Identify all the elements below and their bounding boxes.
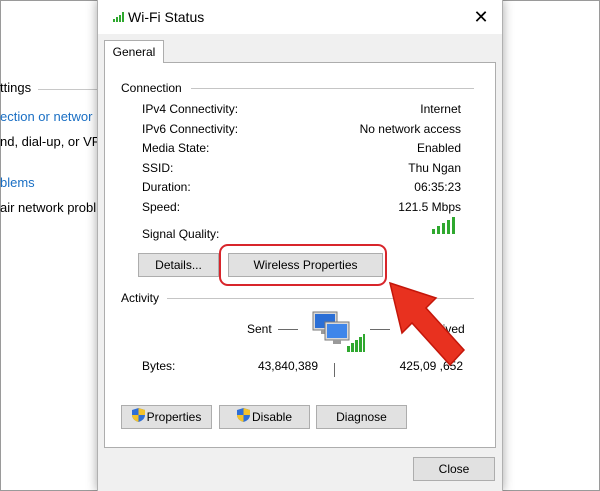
ipv4-label: IPv4 Connectivity: (142, 102, 239, 116)
close-button[interactable]: Close (413, 457, 495, 481)
bg-divider (38, 89, 97, 90)
media-state-label: Media State: (142, 141, 210, 155)
duration-value: 06:35:23 (414, 180, 461, 194)
red-arrow-icon (388, 281, 466, 367)
close-icon[interactable]: ✕ (470, 6, 492, 28)
activity-separator (334, 363, 335, 377)
bytes-sent-value: 43,840,389 (257, 359, 318, 373)
bg-settings-heading: ttings (0, 80, 32, 95)
bg-text-repair: air network probl (0, 200, 97, 215)
ipv6-label: IPv6 Connectivity: (142, 122, 239, 136)
bytes-label: Bytes: (142, 359, 176, 373)
highlight-ring (219, 244, 387, 286)
bg-link-connection[interactable]: ection or networ (0, 109, 93, 124)
ipv4-value: Internet (420, 102, 461, 116)
sent-line (278, 329, 298, 330)
disable-button[interactable]: Disable (219, 405, 310, 429)
ssid-label: SSID: (142, 161, 174, 175)
speed-value: 121.5 Mbps (398, 200, 461, 214)
duration-label: Duration: (142, 180, 191, 194)
diagnose-button[interactable]: Diagnose (316, 405, 407, 429)
properties-button-label: Properties (146, 410, 202, 424)
signal-quality-label: Signal Quality: (142, 227, 220, 241)
dialog-title: Wi-Fi Status (128, 9, 205, 25)
ipv6-value: No network access (359, 122, 461, 136)
signal-strength-icon (432, 217, 455, 234)
network-computers-icon (312, 311, 365, 352)
title-bar: Wi-Fi Status ✕ (98, 0, 502, 34)
disable-button-label: Disable (251, 410, 293, 424)
tab-general[interactable]: General (104, 40, 164, 63)
connection-heading: Connection (121, 81, 182, 95)
properties-button[interactable]: Properties (121, 405, 212, 429)
activity-heading: Activity (121, 291, 160, 305)
connection-divider (191, 88, 474, 89)
media-state-value: Enabled (416, 141, 461, 155)
bg-link-problems[interactable]: blems (0, 175, 35, 190)
wifi-signal-icon (113, 12, 124, 22)
shield-icon (236, 407, 250, 429)
details-button[interactable]: Details... (138, 253, 219, 277)
speed-label: Speed: (142, 200, 181, 214)
bg-text-dialup: nd, dial-up, or VP (0, 134, 101, 149)
sent-label: Sent (247, 322, 272, 336)
shield-icon (131, 407, 145, 429)
ssid-value: Thu Ngan (408, 161, 461, 175)
